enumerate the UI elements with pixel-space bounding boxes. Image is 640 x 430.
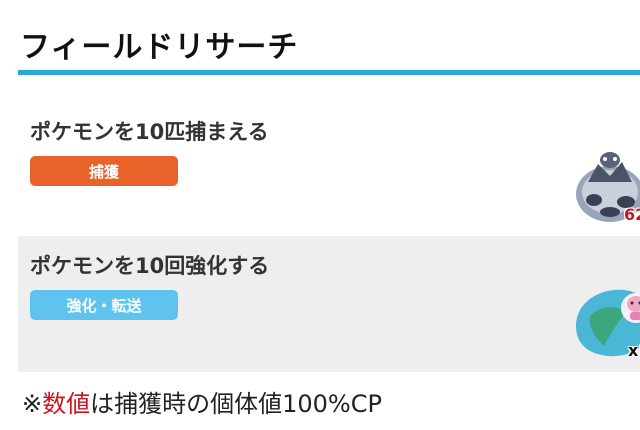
footnote-prefix: ※ [22,390,43,418]
research-task-row[interactable]: ポケモンを10匹捕まえる 捕獲 628 [18,102,640,232]
category-badge: 捕獲 [30,156,178,186]
footnote-text: は捕獲時の個体値100%CP [90,390,382,418]
research-task-row[interactable]: ポケモンを10回強化する 強化・転送 x10 [18,236,640,372]
footnote-highlight: 数値 [42,390,91,418]
reward-pokemon[interactable]: 628 [570,142,640,224]
header-divider [18,70,640,75]
page-title: フィールドリサーチ [20,30,299,65]
task-title: ポケモンを10回強化する [30,254,270,278]
task-title: ポケモンを10匹捕まえる [30,120,269,144]
reward-mega-energy[interactable]: x10 [570,282,640,366]
reward-quantity: x10 [628,341,640,360]
reward-cp-value: 628 [624,205,640,224]
footnote: ※数値は捕獲時の個体値100%CP [22,384,382,419]
category-badge: 強化・転送 [30,290,178,320]
